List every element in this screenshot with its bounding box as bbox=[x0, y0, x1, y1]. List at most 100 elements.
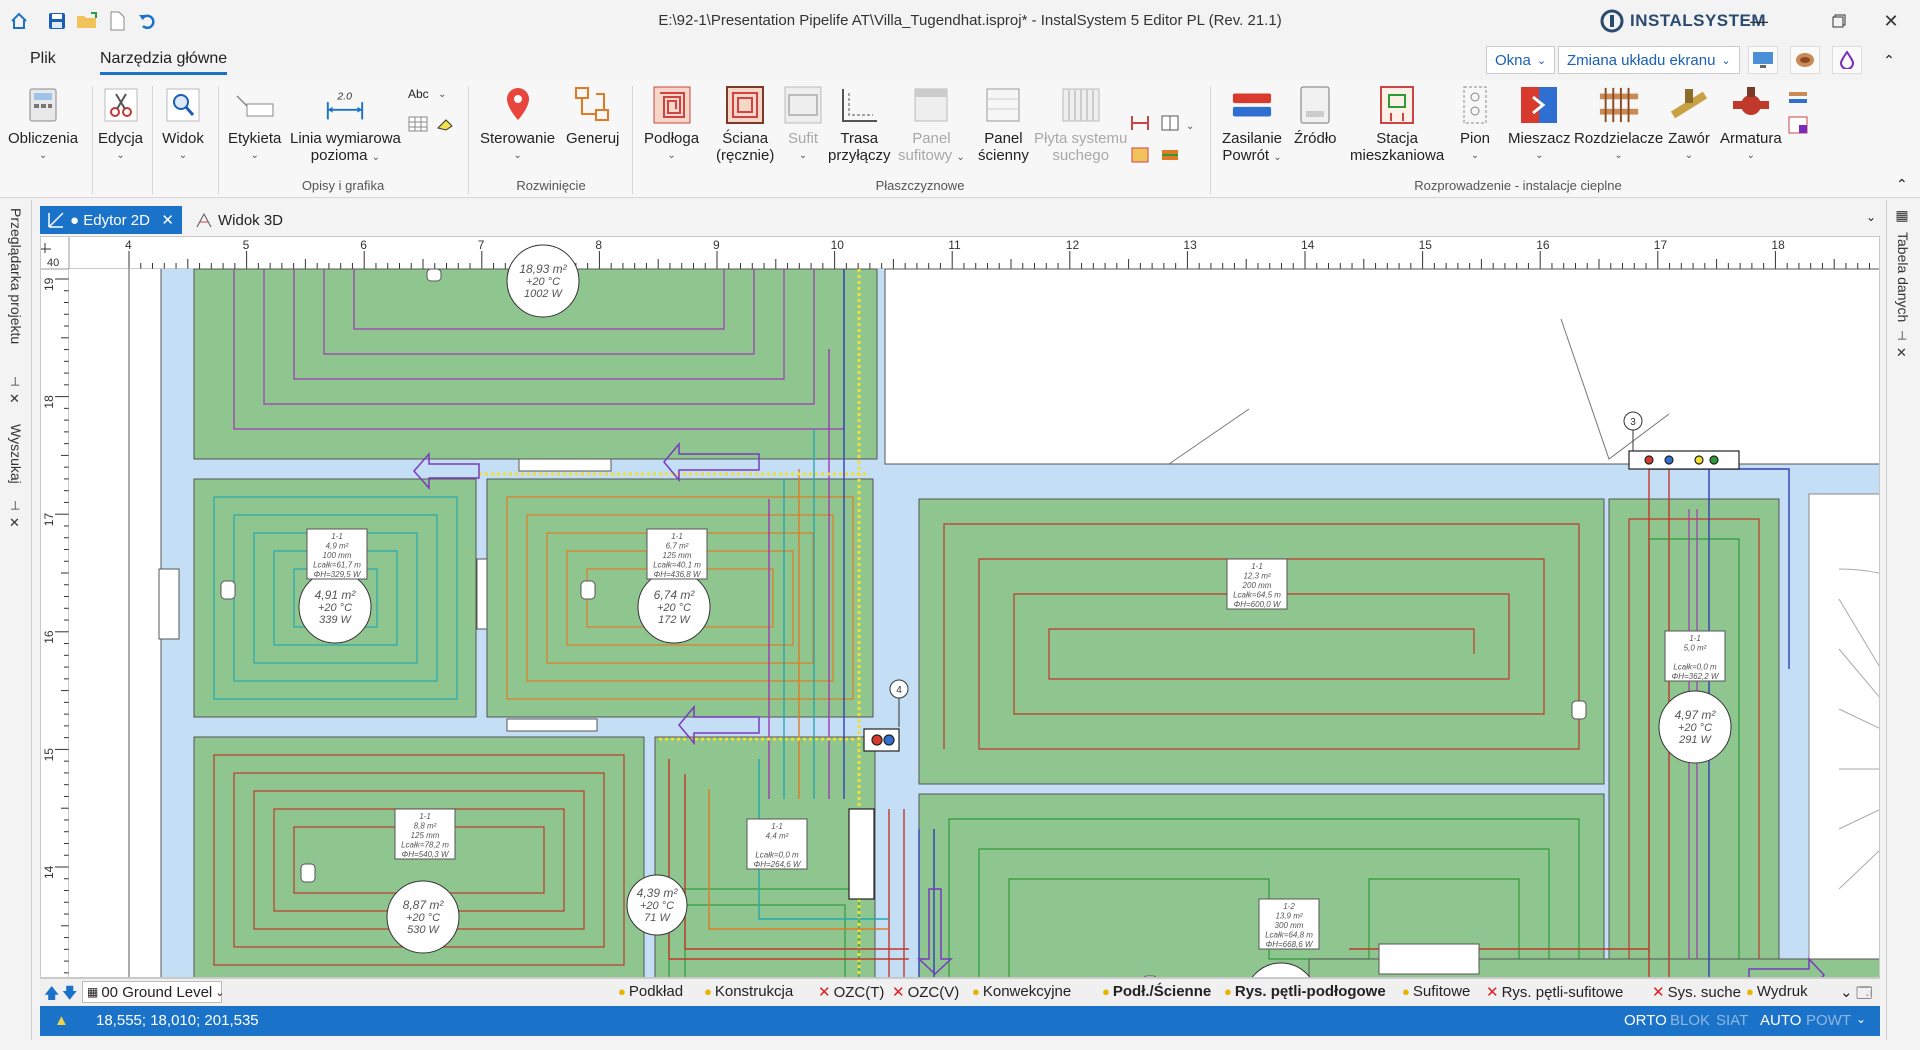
small-tool-3-icon[interactable] bbox=[1130, 146, 1150, 164]
blok-toggle[interactable]: BLOK bbox=[1670, 1012, 1710, 1029]
layer-toggle[interactable]: ● Wydruk bbox=[1746, 983, 1808, 1000]
layer-toggle[interactable]: ● Konstrukcja bbox=[704, 983, 793, 1000]
mieszacz-button[interactable]: Mieszacz ⌄ bbox=[1508, 84, 1571, 164]
tab-narzedzia-glowne[interactable]: Narzędzia główne bbox=[100, 50, 228, 75]
loop-info-box[interactable]: 1-112,3 m²200 mmLcałk=64,5 mΦH=600,0 W bbox=[1226, 558, 1288, 610]
close-icon[interactable]: ✕ bbox=[8, 392, 23, 407]
small-tool-1-icon[interactable] bbox=[1130, 114, 1150, 132]
undo-icon[interactable] bbox=[134, 8, 160, 34]
pin-icon[interactable]: ⊣ bbox=[8, 376, 22, 386]
minimize-button[interactable]: — bbox=[1736, 6, 1782, 36]
level-down-icon[interactable]: 🡇 bbox=[62, 983, 77, 1008]
loop-info-box[interactable]: 1-15,0 m² Lcałk=0,0 mΦH=362,2 W bbox=[1664, 630, 1726, 682]
small-manifold-icon[interactable] bbox=[1788, 88, 1808, 106]
tab-widok-3d[interactable]: Widok 3D bbox=[188, 206, 308, 234]
zasilanie-powrot-button[interactable]: Zasilanie Powrót ⌄ bbox=[1222, 84, 1282, 166]
panel-sufitowy-button[interactable]: Panel sufitowy ⌄ bbox=[898, 84, 965, 166]
layer-toggle[interactable]: ✕ OZC(T) bbox=[818, 983, 884, 1002]
chevron-down-icon[interactable]: ⌄ bbox=[1840, 983, 1853, 1001]
loop-info-box[interactable]: 1-16,7 m²125 mmLcałk=40,1 mΦH=436,8 W bbox=[646, 528, 708, 580]
trasa-przylaczy-button[interactable]: Trasa przyłączy bbox=[828, 84, 891, 164]
layout-dropdown[interactable]: Zmiana układu ekranu ⌄ bbox=[1558, 46, 1740, 74]
room-label[interactable]: 4,39 m²+20 °C71 W bbox=[626, 874, 688, 936]
abc-text-button[interactable]: Abc bbox=[408, 86, 429, 103]
chevron-up-icon[interactable]: ⌃ bbox=[1896, 176, 1908, 193]
loop-info-box[interactable]: 1-213,9 m²300 mmLcałk=64,8 mΦH=668,6 W bbox=[1258, 898, 1320, 950]
tab-plik[interactable]: Plik bbox=[30, 50, 56, 68]
powt-toggle[interactable]: POWT bbox=[1806, 1012, 1851, 1029]
room-label[interactable]: 4,97 m²+20 °C291 W bbox=[1658, 690, 1732, 764]
tab-wyszukaj[interactable]: Wyszukaj bbox=[8, 424, 24, 484]
tab-tabela-danych[interactable]: Tabela danych bbox=[1895, 232, 1911, 322]
podloga-button[interactable]: Podłoga ⌄ bbox=[644, 84, 699, 164]
loop-info-box[interactable]: 1-14,9 m²100 mmLcałk=61,7 mΦH=329,5 W bbox=[306, 528, 368, 580]
monitor-icon[interactable] bbox=[1748, 46, 1778, 74]
auto-toggle[interactable]: AUTO bbox=[1760, 1012, 1801, 1029]
room-label[interactable]: 6,74 m²+20 °C172 W bbox=[637, 570, 711, 644]
level-select[interactable]: ▦ 00 Ground Level ⌄ bbox=[82, 981, 224, 1003]
pion-button[interactable]: Pion ⌄ bbox=[1454, 84, 1496, 164]
stacja-mieszkaniowa-button[interactable]: Stacja mieszkaniowa bbox=[1350, 84, 1444, 164]
small-grid-icon[interactable] bbox=[1788, 116, 1808, 134]
loop-info-box[interactable]: 1-18,8 m²125 mmLcałk=78,2 mΦH=540,3 W bbox=[394, 808, 456, 860]
room-label[interactable]: 8,87 m²+20 °C530 W bbox=[386, 880, 460, 954]
close-icon[interactable]: ✕ bbox=[1895, 346, 1910, 361]
sufit-button[interactable]: Sufit ⌄ bbox=[782, 84, 824, 164]
layer-toggle[interactable]: ● Rys. pętli-podłogowe bbox=[1224, 983, 1386, 1000]
obliczenia-button[interactable]: Obliczenia ⌄ bbox=[8, 84, 78, 164]
eraser-icon[interactable] bbox=[436, 116, 456, 132]
room-floor-13-9[interactable] bbox=[918, 793, 1605, 978]
etykieta-button[interactable]: Etykieta ⌄ bbox=[228, 84, 281, 164]
pin-icon[interactable]: ⊣ bbox=[1895, 330, 1909, 340]
room-label[interactable]: 4,91 m²+20 °C339 W bbox=[298, 570, 372, 644]
close-icon[interactable]: ✕ bbox=[8, 516, 23, 531]
level-up-icon[interactable]: 🡅 bbox=[44, 983, 59, 1008]
chevron-down-icon[interactable]: ⌄ bbox=[1186, 118, 1194, 135]
close-button[interactable]: ✕ bbox=[1868, 6, 1914, 36]
rozdzielacze-button[interactable]: Rozdzielacze ⌄ bbox=[1574, 84, 1663, 164]
pipe-coil-icon[interactable] bbox=[1790, 46, 1820, 74]
tab-edytor-2d[interactable]: ● Edytor 2D ✕ bbox=[40, 206, 182, 234]
armatura-button[interactable]: Armatura ⌄ bbox=[1720, 84, 1782, 164]
chevron-down-icon[interactable]: ⌄ bbox=[438, 86, 446, 103]
widok-button[interactable]: Widok ⌄ bbox=[162, 84, 204, 164]
collapse-ribbon-icon[interactable]: ⌃ bbox=[1874, 46, 1904, 74]
room-floor-12-3[interactable] bbox=[918, 498, 1605, 785]
layer-toggle[interactable]: ✕ OZC(V) bbox=[892, 983, 959, 1002]
chevron-down-icon[interactable]: ⌄ bbox=[1866, 210, 1876, 224]
layer-toggle[interactable]: ● Podł./Ścienne bbox=[1102, 983, 1211, 1000]
plyta-systemu-suchego-button[interactable]: Płyta systemu suchego bbox=[1034, 84, 1127, 164]
tab-przegladarka-projektu[interactable]: Przeglądarka projektu bbox=[8, 208, 24, 344]
open-folder-icon[interactable] bbox=[74, 8, 100, 34]
layer-toggle[interactable]: ● Konwekcyjne bbox=[972, 983, 1071, 1000]
linia-wymiarowa-button[interactable]: 2.0 Linia wymiarowa pozioma ⌄ bbox=[290, 84, 401, 166]
small-tool-2-icon[interactable] bbox=[1160, 114, 1180, 132]
edycja-button[interactable]: Edycja ⌄ bbox=[98, 84, 143, 164]
zawor-button[interactable]: Zawór ⌄ bbox=[1668, 84, 1710, 164]
layer-toggle[interactable]: ● Sufitowe bbox=[1402, 983, 1470, 1000]
panel-scienny-button[interactable]: Panel ścienny bbox=[978, 84, 1029, 164]
chevron-down-icon[interactable]: ⌄ bbox=[1856, 1012, 1866, 1026]
generuj-button[interactable]: Generuj bbox=[566, 84, 619, 147]
maximize-button[interactable] bbox=[1816, 6, 1862, 36]
layer-toggle[interactable]: ● Podkład bbox=[618, 983, 683, 1000]
okna-dropdown[interactable]: Okna ⌄ bbox=[1486, 46, 1556, 74]
save-icon[interactable] bbox=[44, 8, 70, 34]
room-label[interactable]: 18,93 m²+20 °C1002 W bbox=[506, 244, 580, 318]
home-icon[interactable] bbox=[6, 8, 32, 34]
sciana-button[interactable]: Ściana (ręcznie) bbox=[716, 84, 774, 164]
sterowanie-button[interactable]: Sterowanie ⌄ bbox=[480, 84, 555, 164]
loop-info-box[interactable]: 1-14,4 m² Lcałk=0,0 mΦH=264,6 W bbox=[746, 818, 808, 870]
warning-icon[interactable]: ▲ bbox=[54, 1012, 69, 1029]
close-icon[interactable]: ✕ bbox=[161, 211, 174, 229]
layer-toggle[interactable]: ✕ Sys. suche bbox=[1652, 983, 1741, 1002]
layer-toggle[interactable]: ✕ Rys. pętli-sufitowe bbox=[1486, 983, 1623, 1002]
orto-toggle[interactable]: ORTO bbox=[1624, 1012, 1667, 1029]
small-tool-4-icon[interactable] bbox=[1160, 146, 1180, 164]
zrodlo-button[interactable]: Źródło bbox=[1294, 84, 1337, 147]
siat-toggle[interactable]: SIAT bbox=[1716, 1012, 1748, 1029]
table-icon[interactable] bbox=[408, 116, 428, 132]
editor-2d-canvas[interactable]: 45678910111213141516171819 191817161514 … bbox=[40, 236, 1880, 978]
pin-icon[interactable]: ⊣ bbox=[8, 500, 22, 510]
drop-icon[interactable] bbox=[1832, 46, 1862, 74]
